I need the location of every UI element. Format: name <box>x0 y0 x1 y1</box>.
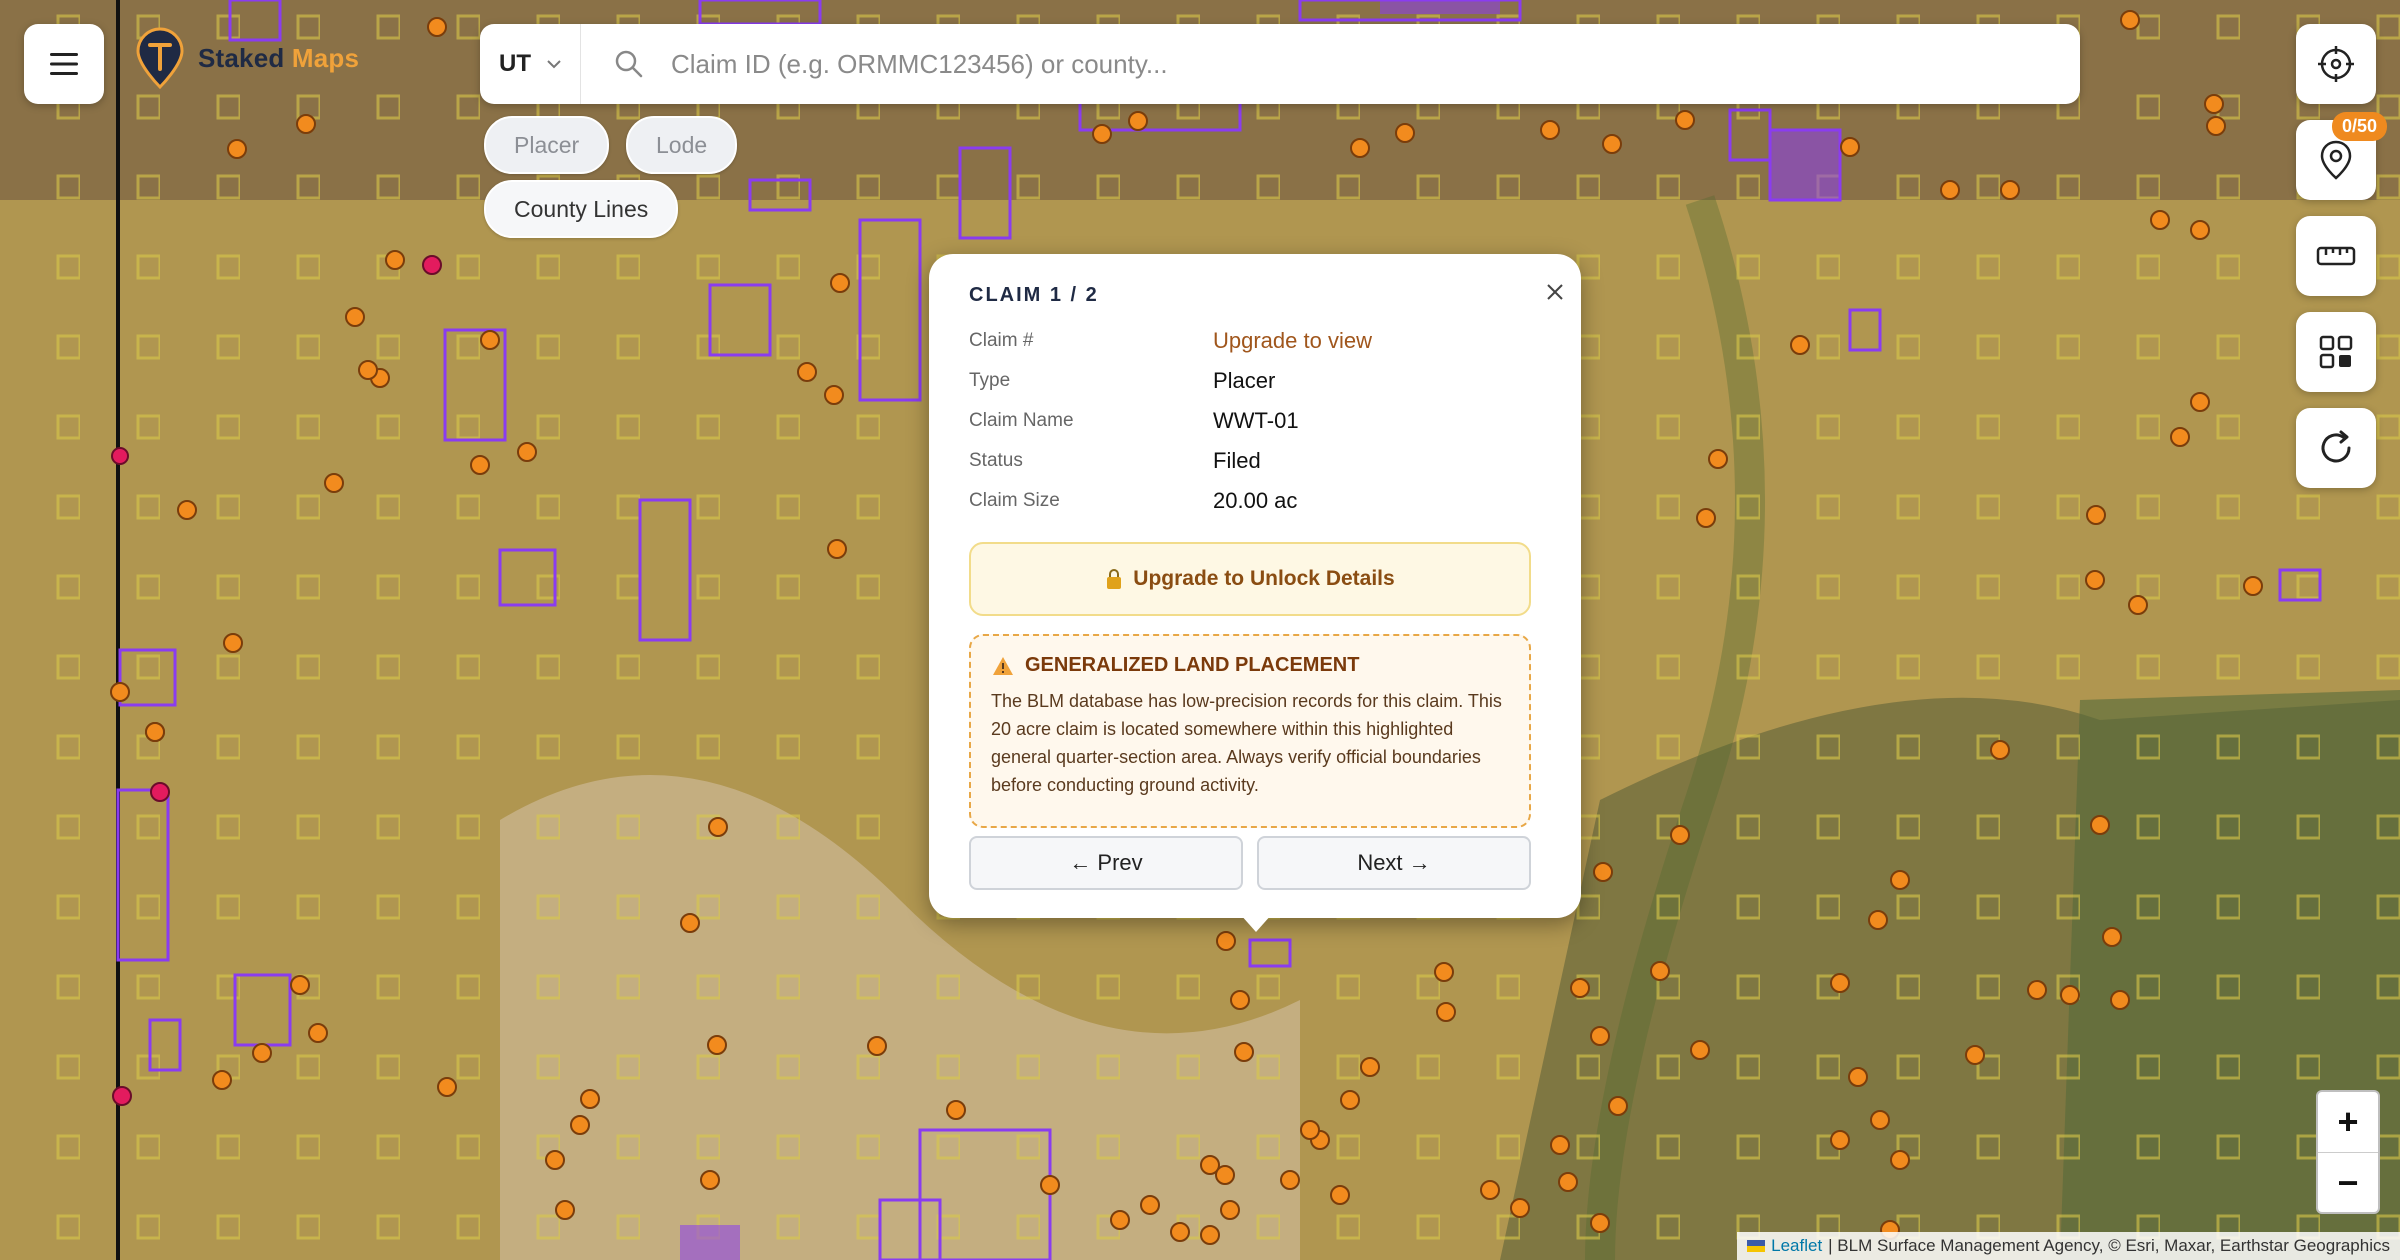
row-label: Type <box>969 370 1011 391</box>
row-label: Status <box>969 450 1023 471</box>
row-value: WWT-01 <box>1213 408 1299 433</box>
search-bar: UT <box>480 24 2080 104</box>
row-label: Claim Size <box>969 490 1060 511</box>
upgrade-unlock-button[interactable]: Upgrade to Unlock Details <box>969 542 1531 616</box>
claim-popup: CLAIM 1 / 2 Claim # Upgrade to view Type… <box>929 254 1581 918</box>
grid-icon <box>2319 335 2353 369</box>
zoom-control: + − <box>2316 1090 2380 1214</box>
measure-button[interactable] <box>2296 216 2376 296</box>
claim-number-upgrade-link[interactable]: Upgrade to view <box>1213 328 1372 354</box>
row-value: 20.00 ac <box>1213 488 1298 513</box>
close-icon <box>1547 284 1563 300</box>
chip-county-lines[interactable]: County Lines <box>484 180 679 238</box>
row-value: Placer <box>1213 368 1276 393</box>
popup-pointer <box>1240 914 1272 932</box>
map-attribution: Leaflet | BLM Surface Management Agency,… <box>1737 1232 2400 1260</box>
chevron-down-icon <box>547 60 561 69</box>
row-claim-size: Claim Size 20.00 ac <box>969 486 1549 516</box>
chip-placer[interactable]: Placer <box>484 116 610 174</box>
warning-title: GENERALIZED LAND PLACEMENT <box>1025 654 1360 676</box>
row-claim-name: Claim Name WWT-01 <box>969 406 1549 436</box>
menu-icon <box>50 53 78 75</box>
search-icon <box>607 49 651 79</box>
warning-icon <box>993 656 1013 675</box>
refresh-icon <box>2321 430 2351 463</box>
unlock-label: Upgrade to Unlock Details <box>1133 567 1395 590</box>
map-pin-icon <box>2320 140 2352 180</box>
zoom-out-button[interactable]: − <box>2318 1153 2378 1213</box>
state-select[interactable]: UT <box>480 24 581 104</box>
row-status: Status Filed <box>969 446 1549 476</box>
popup-title: CLAIM 1 / 2 <box>969 284 1099 306</box>
row-label: Claim # <box>969 330 1034 351</box>
close-button[interactable] <box>1539 276 1571 308</box>
warning-body: The BLM database has low-precision recor… <box>991 691 1502 795</box>
leaflet-link[interactable]: Leaflet <box>1771 1236 1822 1256</box>
brand-word-1: Staked <box>198 42 285 73</box>
menu-button[interactable] <box>24 24 104 104</box>
lock-icon <box>1107 569 1122 589</box>
search-input[interactable] <box>651 47 2080 81</box>
attribution-text: | BLM Surface Management Agency, © Esri,… <box>1828 1236 2390 1255</box>
brand-name: Staked Maps <box>198 43 359 74</box>
zoom-in-button[interactable]: + <box>2318 1092 2378 1153</box>
row-claim-number: Claim # Upgrade to view <box>969 326 1549 356</box>
refresh-button[interactable] <box>2296 408 2376 488</box>
next-button[interactable]: Next → <box>1257 836 1531 890</box>
ruler-icon <box>2316 246 2356 266</box>
layers-button[interactable] <box>2296 312 2376 392</box>
placement-warning: GENERALIZED LAND PLACEMENT The BLM datab… <box>969 634 1531 828</box>
locate-button[interactable] <box>2296 24 2376 104</box>
state-value: UT <box>499 50 531 77</box>
pin-count-badge: 0/50 <box>2332 112 2388 141</box>
brand-logo[interactable]: Staked Maps <box>136 27 359 89</box>
ukraine-flag-icon <box>1747 1240 1766 1252</box>
prev-button[interactable]: ← Prev <box>969 836 1243 890</box>
brand-word-2: Maps <box>291 42 360 73</box>
crosshair-icon <box>2318 46 2354 82</box>
chip-lode[interactable]: Lode <box>626 116 738 174</box>
row-value: Filed <box>1213 448 1261 473</box>
logo-icon <box>136 27 184 89</box>
row-label: Claim Name <box>969 410 1074 431</box>
row-type: Type Placer <box>969 366 1549 396</box>
